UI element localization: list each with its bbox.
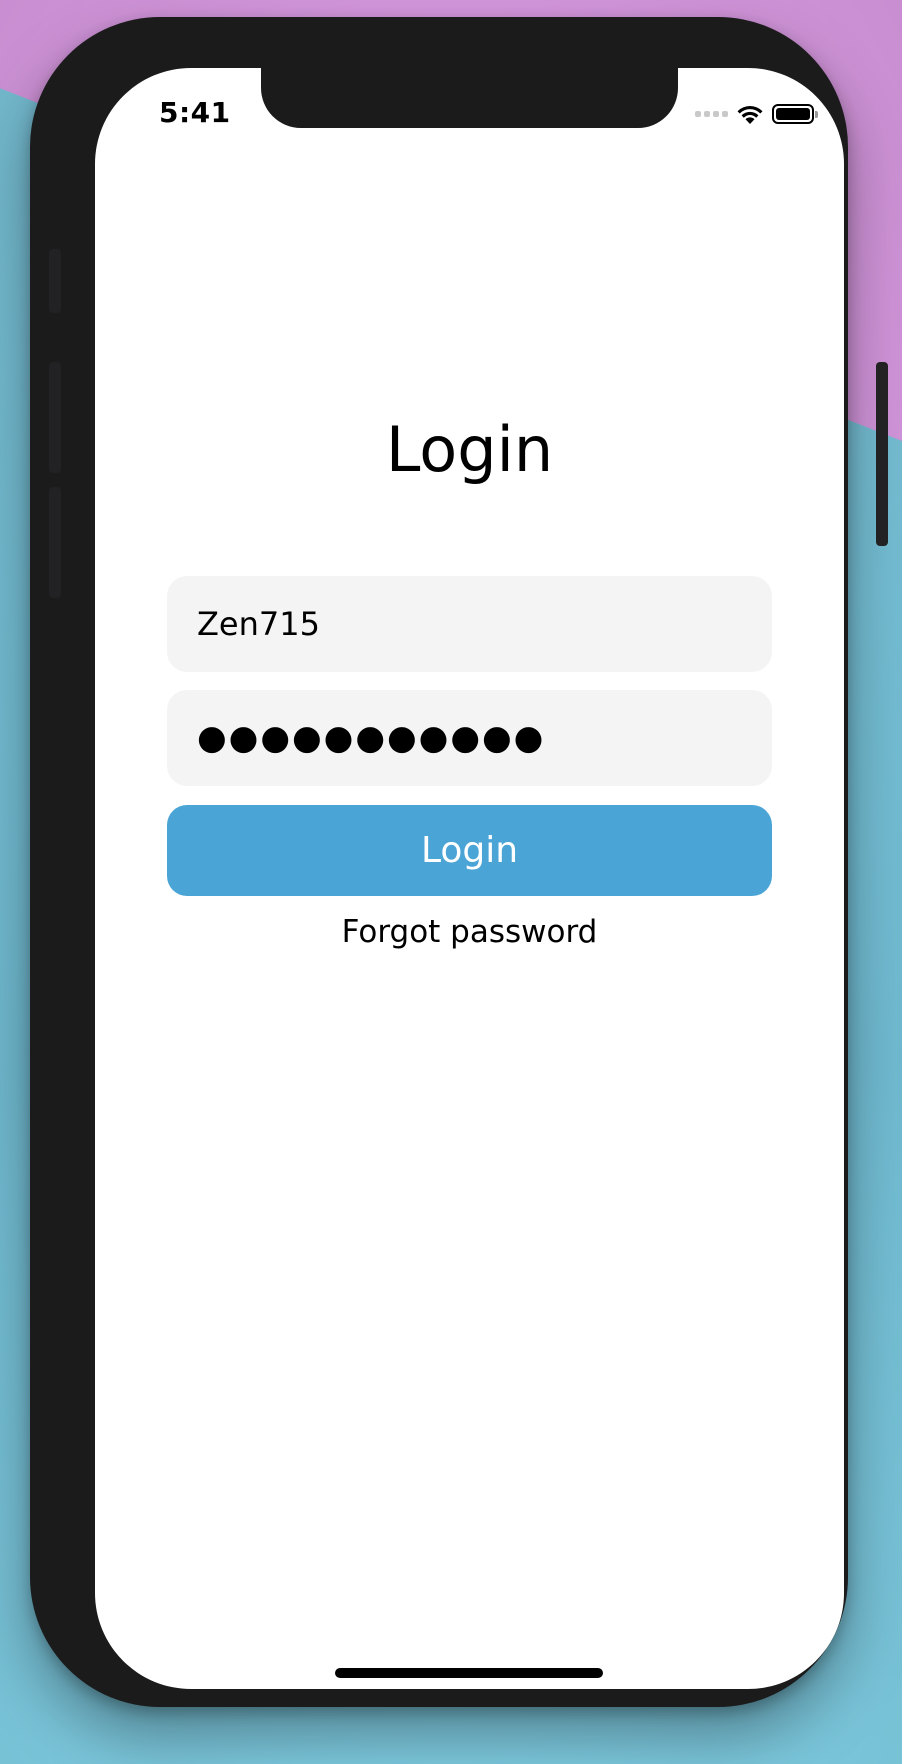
username-input[interactable]: Zen715 bbox=[167, 576, 772, 672]
login-button[interactable]: Login bbox=[167, 805, 772, 896]
status-indicators bbox=[695, 102, 818, 126]
page-title: Login bbox=[385, 413, 554, 486]
wifi-icon bbox=[736, 103, 764, 125]
home-indicator[interactable] bbox=[335, 1668, 603, 1678]
forgot-password-link[interactable]: Forgot password bbox=[95, 914, 844, 950]
battery-level-fill bbox=[776, 108, 810, 120]
notch bbox=[261, 68, 678, 128]
battery-icon bbox=[772, 104, 818, 124]
power-button bbox=[876, 362, 888, 546]
status-time: 5:41 bbox=[159, 96, 231, 129]
volume-down-button bbox=[49, 487, 61, 598]
volume-up-button bbox=[49, 362, 61, 473]
phone-frame: 5:41 Login Zen715 ●●●●●●●●●●● Login Forg… bbox=[30, 17, 888, 1707]
phone-screen: 5:41 Login Zen715 ●●●●●●●●●●● Login Forg… bbox=[95, 68, 844, 1689]
silent-switch bbox=[49, 249, 61, 313]
password-input[interactable]: ●●●●●●●●●●● bbox=[167, 690, 772, 786]
cellular-signal-icon bbox=[695, 111, 728, 117]
